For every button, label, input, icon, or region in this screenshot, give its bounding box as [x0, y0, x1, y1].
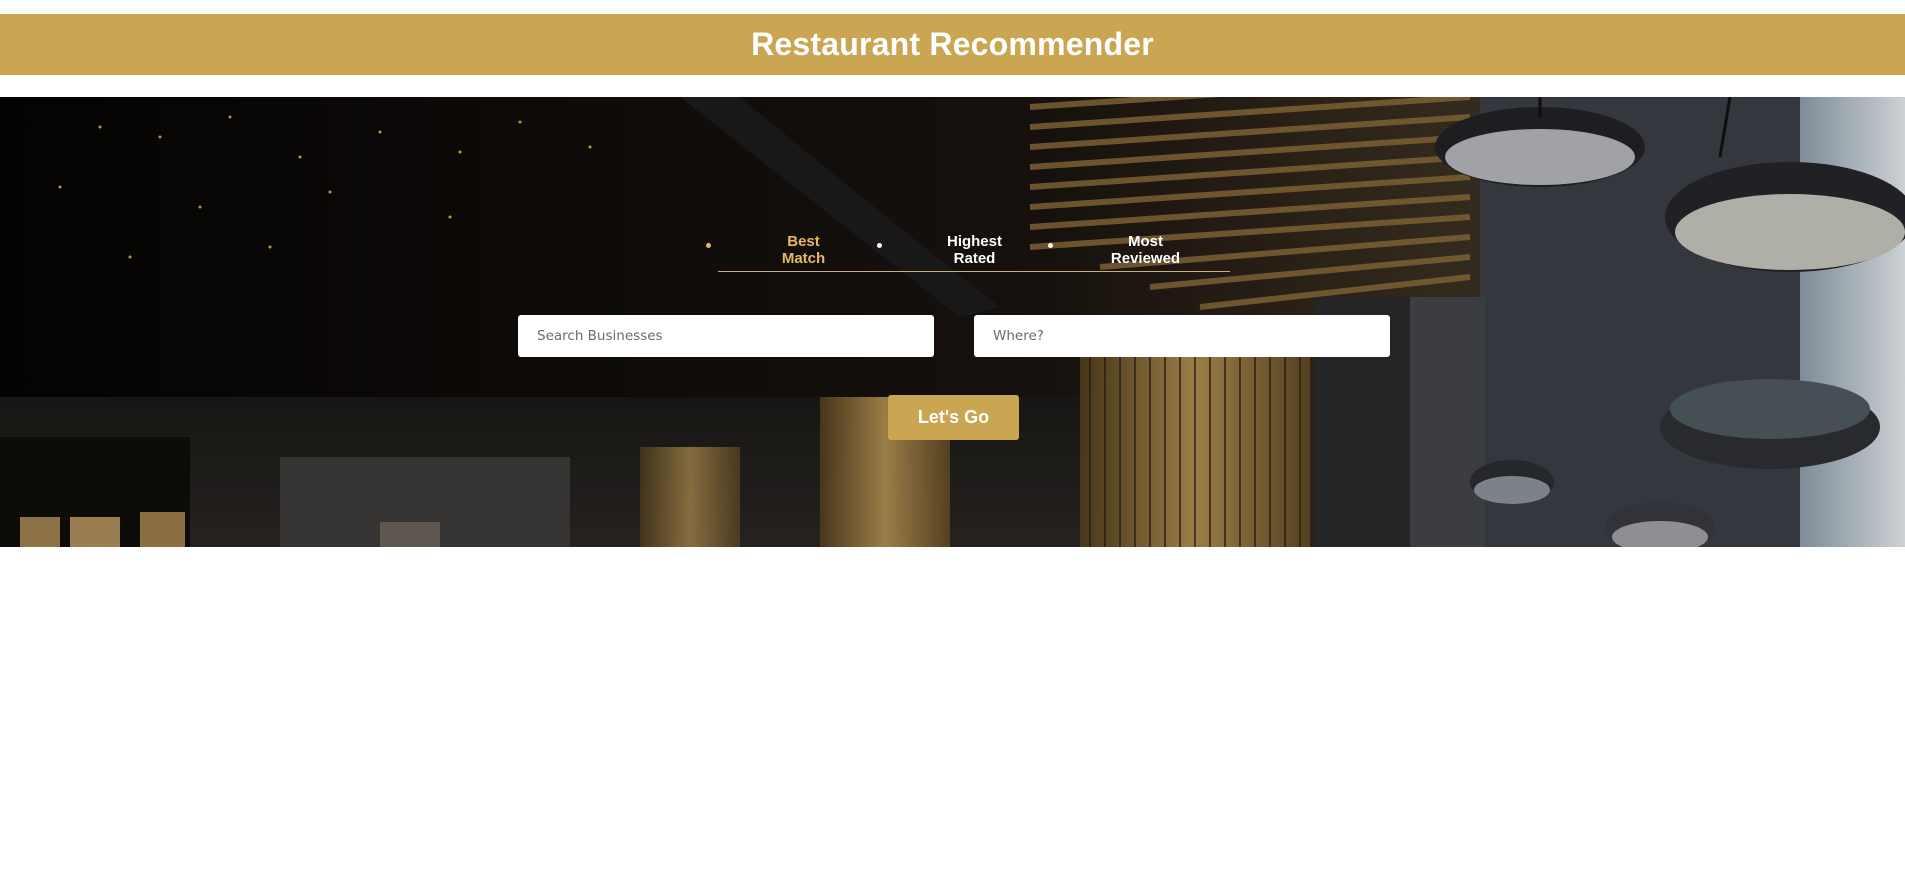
header-spacer	[0, 75, 1905, 97]
location-search-input[interactable]	[974, 315, 1390, 357]
sort-options-bar: Best Match Highest Rated Most Reviewed	[706, 231, 1231, 272]
sort-option-best-match[interactable]: Best Match	[706, 231, 889, 269]
top-spacer	[0, 0, 1905, 14]
hero-section: Best Match Highest Rated Most Reviewed L…	[0, 97, 1905, 547]
lets-go-button[interactable]: Let's Go	[888, 395, 1019, 440]
sort-bullet-icon	[877, 243, 882, 248]
sort-option-label: Highest Rated	[946, 233, 1002, 267]
sort-bullet-icon	[706, 243, 711, 248]
sort-bullet-icon	[1048, 243, 1053, 248]
business-search-input[interactable]	[518, 315, 934, 357]
restaurant-interior-image	[0, 97, 1905, 547]
site-title: Restaurant Recommender	[751, 26, 1154, 62]
sort-option-highest-rated[interactable]: Highest Rated	[877, 231, 1060, 269]
sort-option-label: Most Reviewed	[1110, 233, 1181, 267]
page-header: Restaurant Recommender	[0, 14, 1905, 75]
sort-option-most-reviewed[interactable]: Most Reviewed	[1048, 231, 1231, 269]
sort-option-label: Best Match	[781, 233, 826, 267]
